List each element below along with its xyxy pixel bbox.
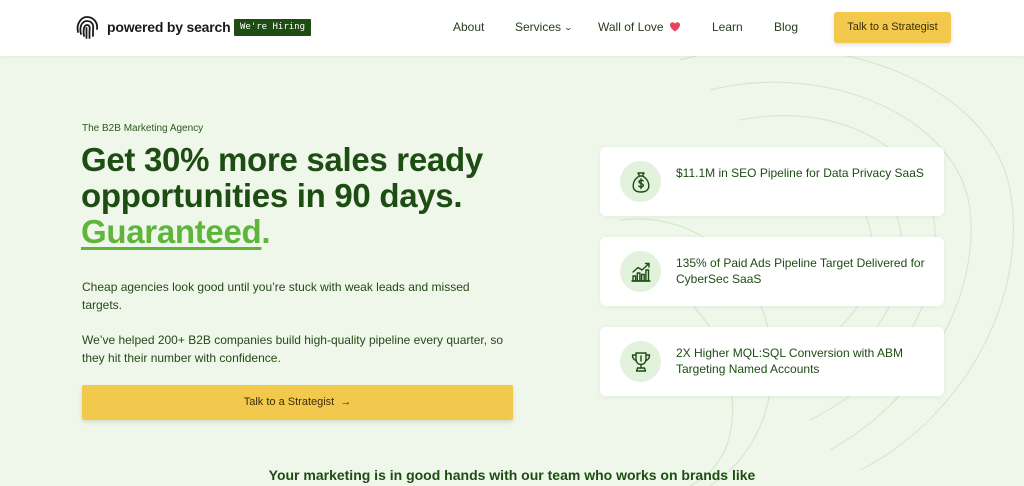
result-card-seo: $11.1M in SEO Pipeline for Data Privacy … [600, 147, 944, 216]
arrow-right-icon: → [340, 396, 352, 408]
hero-eyebrow: The B2B Marketing Agency [82, 123, 204, 134]
result-card-abm: 2X Higher MQL:SQL Conversion with ABM Ta… [600, 327, 944, 396]
nav-about-label: About [453, 20, 485, 34]
hero-headline: Get 30% more sales ready opportunities i… [81, 142, 551, 250]
nav-about[interactable]: About [453, 20, 484, 34]
header-cta-button[interactable]: Talk to a Strategist [834, 12, 951, 43]
card-icon-wrapper [620, 341, 661, 382]
hero-cta-label: Talk to a Strategist [243, 396, 335, 408]
hero-cta-button[interactable]: Talk to a Strategist → [82, 385, 513, 420]
nav-services-label: Services [515, 20, 562, 34]
hiring-badge[interactable]: We're Hiring [234, 19, 312, 36]
headline-highlight: Guaranteed [81, 213, 262, 250]
card-icon-wrapper [620, 161, 661, 202]
nav-services[interactable]: Services ⌄ [515, 20, 574, 34]
card-icon-wrapper [620, 251, 661, 292]
nav-learn[interactable]: Learn [712, 20, 743, 34]
nav-blog[interactable]: Blog [774, 20, 798, 34]
nav-wall-of-love[interactable]: Wall of Love [598, 20, 681, 34]
headline-period: . [261, 213, 271, 250]
nav-learn-label: Learn [712, 20, 743, 34]
hero-paragraph-2: We’ve helped 200+ B2B companies build hi… [82, 333, 504, 365]
nav-blog-label: Blog [774, 20, 799, 34]
money-bag-icon [632, 171, 649, 193]
result-card-text: $11.1M in SEO Pipeline for Data Privacy … [676, 166, 924, 180]
brands-heading: Your marketing is in good hands with our… [268, 467, 756, 483]
result-card-text: 135% of Paid Ads Pipeline Target Deliver… [676, 256, 925, 286]
logo-text: powered by search [107, 19, 231, 35]
site-header: powered by search We're Hiring About Ser… [0, 0, 1024, 56]
headline-main-text: Get 30% more sales ready opportunities i… [81, 141, 483, 214]
result-card-paid-ads: 135% of Paid Ads Pipeline Target Deliver… [600, 237, 944, 306]
trophy-icon [631, 351, 650, 372]
logo[interactable]: powered by search [74, 14, 231, 40]
chevron-down-icon: ⌄ [563, 22, 574, 32]
growth-chart-icon [630, 262, 651, 282]
nav-wall-of-love-label: Wall of Love [598, 20, 664, 34]
fingerprint-logo-icon [76, 16, 99, 39]
result-card-text: 2X Higher MQL:SQL Conversion with ABM Ta… [676, 346, 903, 376]
hero-paragraph-1: Cheap agencies look good until you’re st… [82, 280, 470, 312]
heart-icon [669, 22, 680, 32]
